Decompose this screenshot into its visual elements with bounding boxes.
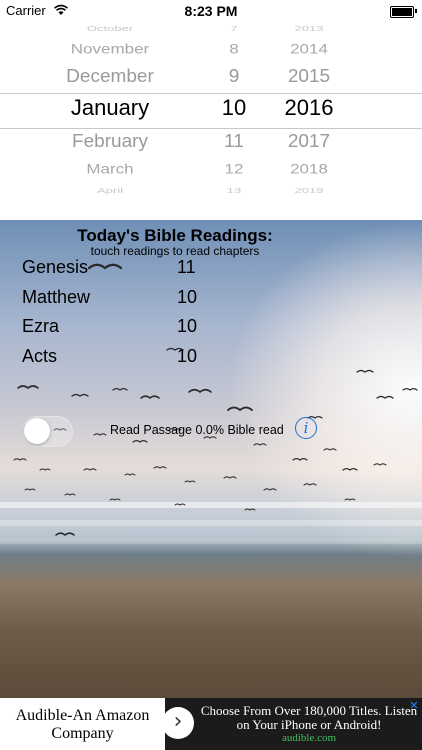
picker-row[interactable]: April 13 2019: [0, 186, 422, 196]
ad-chevron-right-icon[interactable]: ›: [162, 707, 194, 739]
picker-month[interactable]: December: [40, 67, 180, 88]
ad-banner[interactable]: Audible-An Amazon Company › Choose From …: [0, 698, 422, 750]
picker-month[interactable]: April: [40, 186, 180, 194]
reading-item[interactable]: Matthew 10: [22, 287, 222, 313]
readings-title: Today's Bible Readings:: [77, 226, 273, 245]
picker-row[interactable]: October 7 2013: [0, 24, 422, 34]
reading-item[interactable]: Ezra 10: [22, 316, 222, 342]
picker-day[interactable]: 7: [206, 24, 262, 32]
ad-brand-panel[interactable]: Audible-An Amazon Company: [0, 698, 165, 750]
picker-row[interactable]: November 8 2014: [0, 41, 422, 59]
reading-book[interactable]: Genesis: [22, 257, 88, 278]
picker-year[interactable]: 2017: [266, 132, 352, 153]
picker-month[interactable]: March: [40, 161, 180, 177]
picker-year[interactable]: 2018: [266, 161, 352, 177]
date-picker[interactable]: October 7 2013 November 8 2014 December 9 2015 Ja…: [0, 22, 422, 220]
status-time: 8:23 PM: [184, 3, 238, 19]
readings-subtitle: touch readings to read chapters: [90, 244, 260, 258]
ad-brand-line2: Company: [51, 725, 114, 742]
beach-photo-panel: Today's Bible Readings: touch readings t…: [0, 220, 422, 698]
picker-day[interactable]: 12: [206, 161, 262, 177]
ad-text[interactable]: Choose From Over 180,000 Titles. Listen …: [196, 704, 422, 732]
reading-item[interactable]: Genesis 11: [22, 257, 222, 283]
picker-year[interactable]: 2014: [266, 41, 352, 57]
picker-month[interactable]: February: [40, 132, 180, 153]
toggle-knob[interactable]: [24, 418, 50, 444]
reading-chapter[interactable]: 10: [177, 316, 197, 337]
picker-month[interactable]: November: [40, 41, 180, 57]
picker-year[interactable]: 2015: [266, 67, 352, 88]
picker-year[interactable]: 2019: [266, 186, 352, 194]
picker-row[interactable]: February 11 2017: [0, 132, 422, 156]
picker-day[interactable]: 9: [206, 67, 262, 88]
picker-row[interactable]: December 9 2015: [0, 67, 422, 91]
status-bar: Carrier 8:23 PM: [0, 0, 422, 22]
reading-item[interactable]: Acts 10: [22, 346, 222, 372]
reading-book[interactable]: Ezra: [22, 316, 59, 337]
reading-chapter[interactable]: 11: [177, 257, 196, 278]
reading-book[interactable]: Matthew: [22, 287, 90, 308]
ad-close-icon[interactable]: ✕: [408, 700, 420, 712]
read-passage-toggle[interactable]: [22, 416, 73, 447]
info-icon[interactable]: i: [295, 417, 317, 439]
picker-year[interactable]: 2013: [266, 24, 352, 32]
battery-icon: [390, 6, 414, 18]
reading-chapter[interactable]: 10: [177, 287, 197, 308]
reading-book[interactable]: Acts: [22, 346, 57, 367]
ad-brand-line1: Audible-An Amazon: [15, 707, 150, 724]
battery-tip: [415, 9, 417, 13]
ad-url[interactable]: audible.com: [196, 732, 422, 744]
picker-year[interactable]: 2016: [266, 95, 352, 121]
reading-chapter[interactable]: 10: [177, 346, 197, 367]
picker-day[interactable]: 10: [206, 95, 262, 121]
picker-row-selected[interactable]: January 10 2016: [0, 95, 422, 123]
picker-day[interactable]: 13: [206, 186, 262, 194]
picker-month[interactable]: October: [40, 24, 180, 32]
progress-status-text: Read Passage 0.0% Bible read: [110, 423, 284, 437]
picker-month[interactable]: January: [40, 95, 180, 121]
picker-day[interactable]: 11: [206, 132, 262, 153]
picker-row[interactable]: March 12 2018: [0, 161, 422, 179]
picker-day[interactable]: 8: [206, 41, 262, 57]
